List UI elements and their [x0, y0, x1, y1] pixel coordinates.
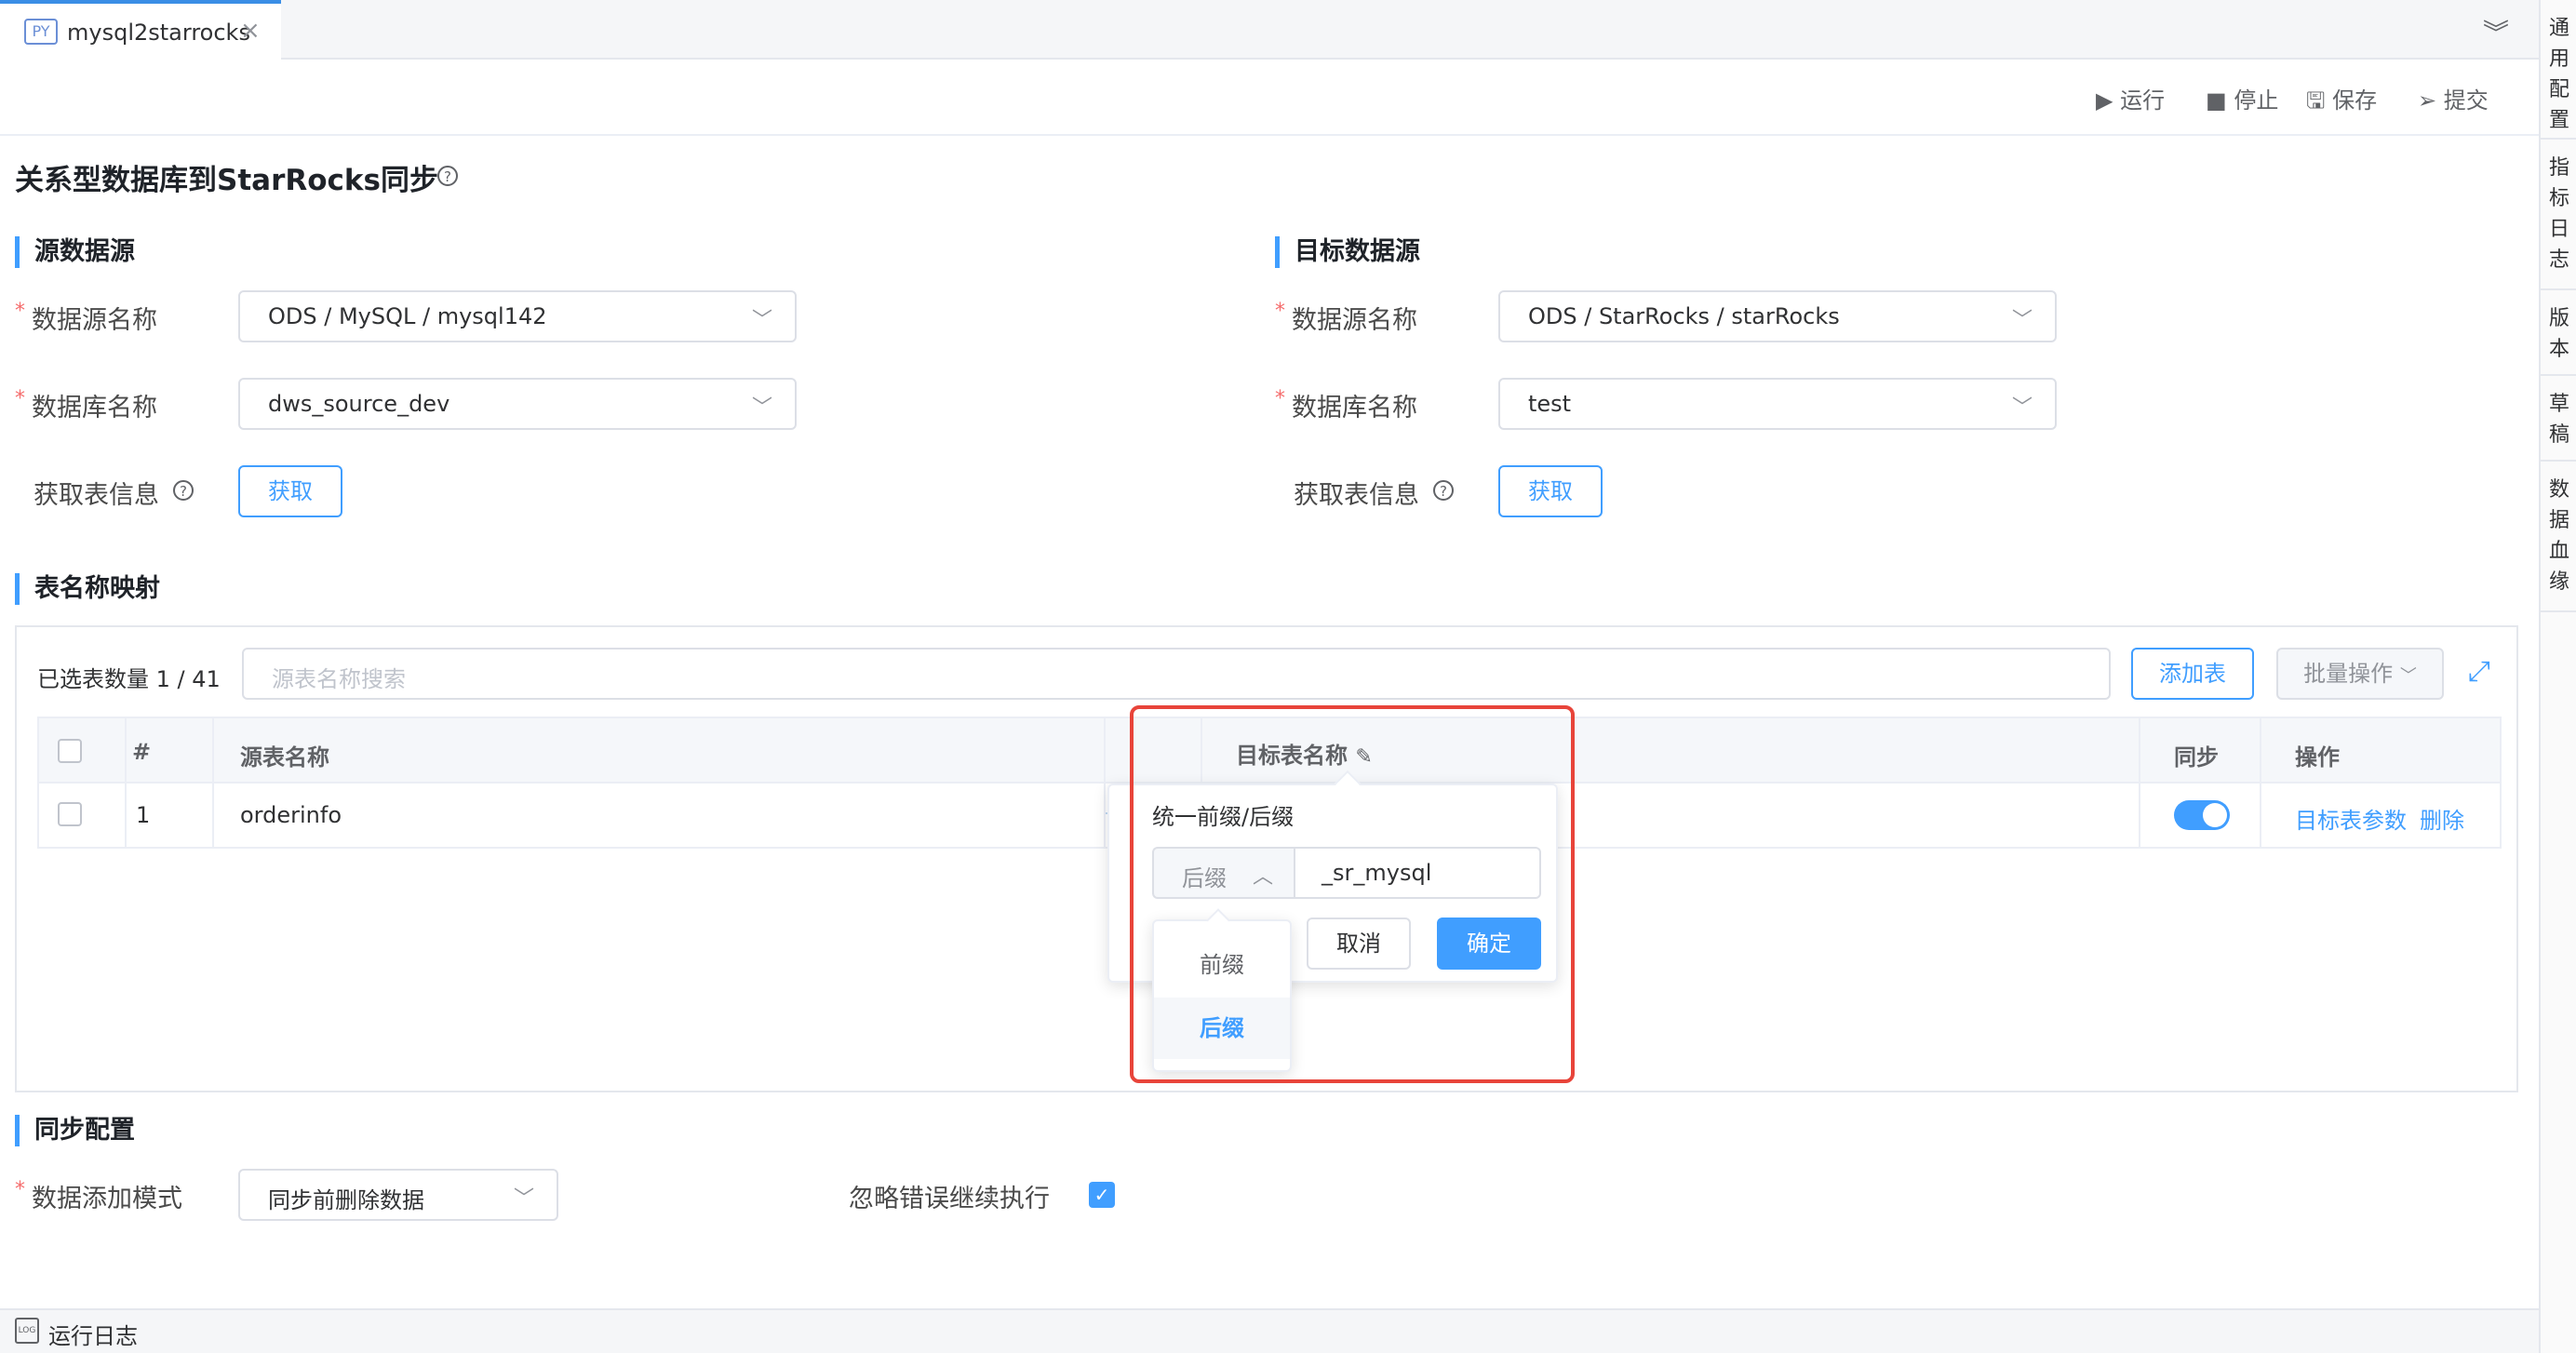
col-source: 源表名称 [240, 744, 329, 770]
add-mode-value: 同步前删除数据 [268, 1187, 424, 1213]
source-fetch-button[interactable]: 获取 [238, 465, 342, 517]
batch-label: 批量操作 [2303, 661, 2394, 687]
stop-label: 停止 [2234, 87, 2279, 114]
source-db-value: dws_source_dev [268, 391, 450, 417]
batch-operation-button[interactable]: 批量操作 ﹀ [2276, 648, 2444, 700]
page-title-text: 关系型数据库到StarRocks同步 [15, 164, 438, 197]
required-mark: * [1275, 387, 1285, 410]
tab-title: mysql2starrocks [67, 20, 250, 46]
col-index: # [132, 739, 152, 765]
chevron-double-down-icon[interactable]: ︾ [2483, 13, 2509, 50]
toolbar: ▶ 运行 ■ 停止 🖫 保存 ➢ 提交 [0, 61, 2539, 136]
col-ops: 操作 [2295, 744, 2340, 770]
highlight-box [1130, 705, 1575, 1083]
required-mark: * [15, 1178, 25, 1201]
page-title: 关系型数据库到StarRocks同步 [15, 156, 438, 198]
toggle-knob [2203, 803, 2227, 827]
sync-config-heading: 同步配置 [15, 1115, 135, 1146]
delete-link[interactable]: 删除 [2420, 802, 2464, 835]
target-fetch-label: 获取表信息 [1294, 481, 1419, 510]
rail-item-general-config[interactable]: 通用配置 [2541, 13, 2576, 140]
mapping-heading: 表名称映射 [15, 573, 160, 605]
rail-item-lineage[interactable]: 数据血缘 [2541, 475, 2576, 612]
target-heading: 目标数据源 [1275, 236, 1420, 268]
sync-toggle[interactable] [2174, 800, 2230, 830]
tab-bar: PY mysql2starrocks × ︾ [0, 0, 2539, 60]
source-ds-label: 数据源名称 [32, 306, 157, 335]
submit-button[interactable]: ➢ 提交 [2418, 82, 2489, 114]
target-ds-value: ODS / StarRocks / starRocks [1528, 303, 1840, 329]
run-button[interactable]: ▶ 运行 [2096, 82, 2165, 114]
ignore-error-checkbox[interactable]: ✓ [1089, 1182, 1115, 1208]
source-datasource-select[interactable]: ODS / MySQL / mysql142 ﹀ [238, 290, 797, 342]
add-mode-select[interactable]: 同步前删除数据 ﹀ [238, 1169, 558, 1221]
send-icon: ➢ [2418, 87, 2437, 114]
chevron-down-icon: ﹀ [751, 309, 772, 332]
row-source-name: orderinfo [240, 802, 342, 828]
chevron-down-icon: ﹀ [513, 1187, 534, 1211]
play-icon: ▶ [2096, 87, 2113, 114]
col-sync: 同步 [2174, 744, 2219, 770]
log-icon: LOG [15, 1318, 39, 1344]
row-checkbox[interactable] [58, 802, 82, 826]
source-fetch-label: 获取表信息 [34, 481, 159, 510]
chevron-down-icon: ﹀ [2011, 396, 2033, 420]
submit-label: 提交 [2443, 87, 2489, 114]
help-icon[interactable]: ? [1433, 480, 1454, 501]
rail-item-metric-log[interactable]: 指标日志 [2541, 153, 2576, 290]
save-icon: 🖫 [2306, 87, 2326, 114]
select-all-checkbox[interactable] [58, 739, 82, 763]
source-database-select[interactable]: dws_source_dev ﹀ [238, 378, 797, 430]
row-index: 1 [136, 802, 151, 828]
chevron-down-icon: ﹀ [2011, 309, 2033, 332]
target-params-link[interactable]: 目标表参数 [2295, 802, 2407, 835]
save-label: 保存 [2332, 87, 2378, 114]
target-db-label: 数据库名称 [1292, 394, 1417, 422]
source-heading: 源数据源 [15, 236, 135, 268]
selected-count: 已选表数量 1 / 41 [37, 666, 221, 692]
stop-icon: ■ [2206, 87, 2227, 114]
help-icon[interactable]: ? [173, 480, 194, 501]
save-button[interactable]: 🖫 保存 [2306, 82, 2377, 123]
ignore-error-label: 忽略错误继续执行 [849, 1185, 1050, 1213]
fullscreen-icon[interactable]: ⤢ [2468, 655, 2490, 688]
close-icon[interactable]: × [240, 17, 261, 45]
tab-mysql2starrocks[interactable]: PY mysql2starrocks × [0, 0, 281, 60]
search-placeholder: 源表名称搜索 [272, 666, 406, 692]
mode-label: 数据添加模式 [32, 1185, 182, 1213]
chevron-down-icon: ﹀ [2399, 666, 2417, 686]
source-db-label: 数据库名称 [32, 394, 157, 422]
rail-item-version[interactable]: 版本 [2541, 303, 2576, 376]
run-log-tab[interactable]: 运行日志 [48, 1318, 138, 1350]
bottom-bar: LOG 运行日志 [0, 1308, 2539, 1353]
help-icon[interactable]: ? [437, 166, 458, 186]
rail-item-draft[interactable]: 草稿 [2541, 389, 2576, 462]
source-ds-value: ODS / MySQL / mysql142 [268, 303, 547, 329]
target-fetch-button[interactable]: 获取 [1498, 465, 1603, 517]
target-datasource-select[interactable]: ODS / StarRocks / starRocks ﹀ [1498, 290, 2057, 342]
target-ds-label: 数据源名称 [1292, 306, 1417, 335]
stop-button[interactable]: ■ 停止 [2206, 82, 2278, 114]
python-file-icon: PY [24, 19, 58, 45]
target-db-value: test [1528, 391, 1572, 417]
right-rail: 通用配置 指标日志 版本 草稿 数据血缘 [2539, 0, 2576, 1353]
target-database-select[interactable]: test ﹀ [1498, 378, 2057, 430]
search-input[interactable]: 源表名称搜索 [242, 648, 2111, 700]
required-mark: * [15, 300, 25, 323]
run-label: 运行 [2120, 87, 2166, 114]
required-mark: * [15, 387, 25, 410]
chevron-down-icon: ﹀ [751, 396, 772, 420]
required-mark: * [1275, 300, 1285, 323]
add-table-button[interactable]: 添加表 [2131, 648, 2254, 700]
